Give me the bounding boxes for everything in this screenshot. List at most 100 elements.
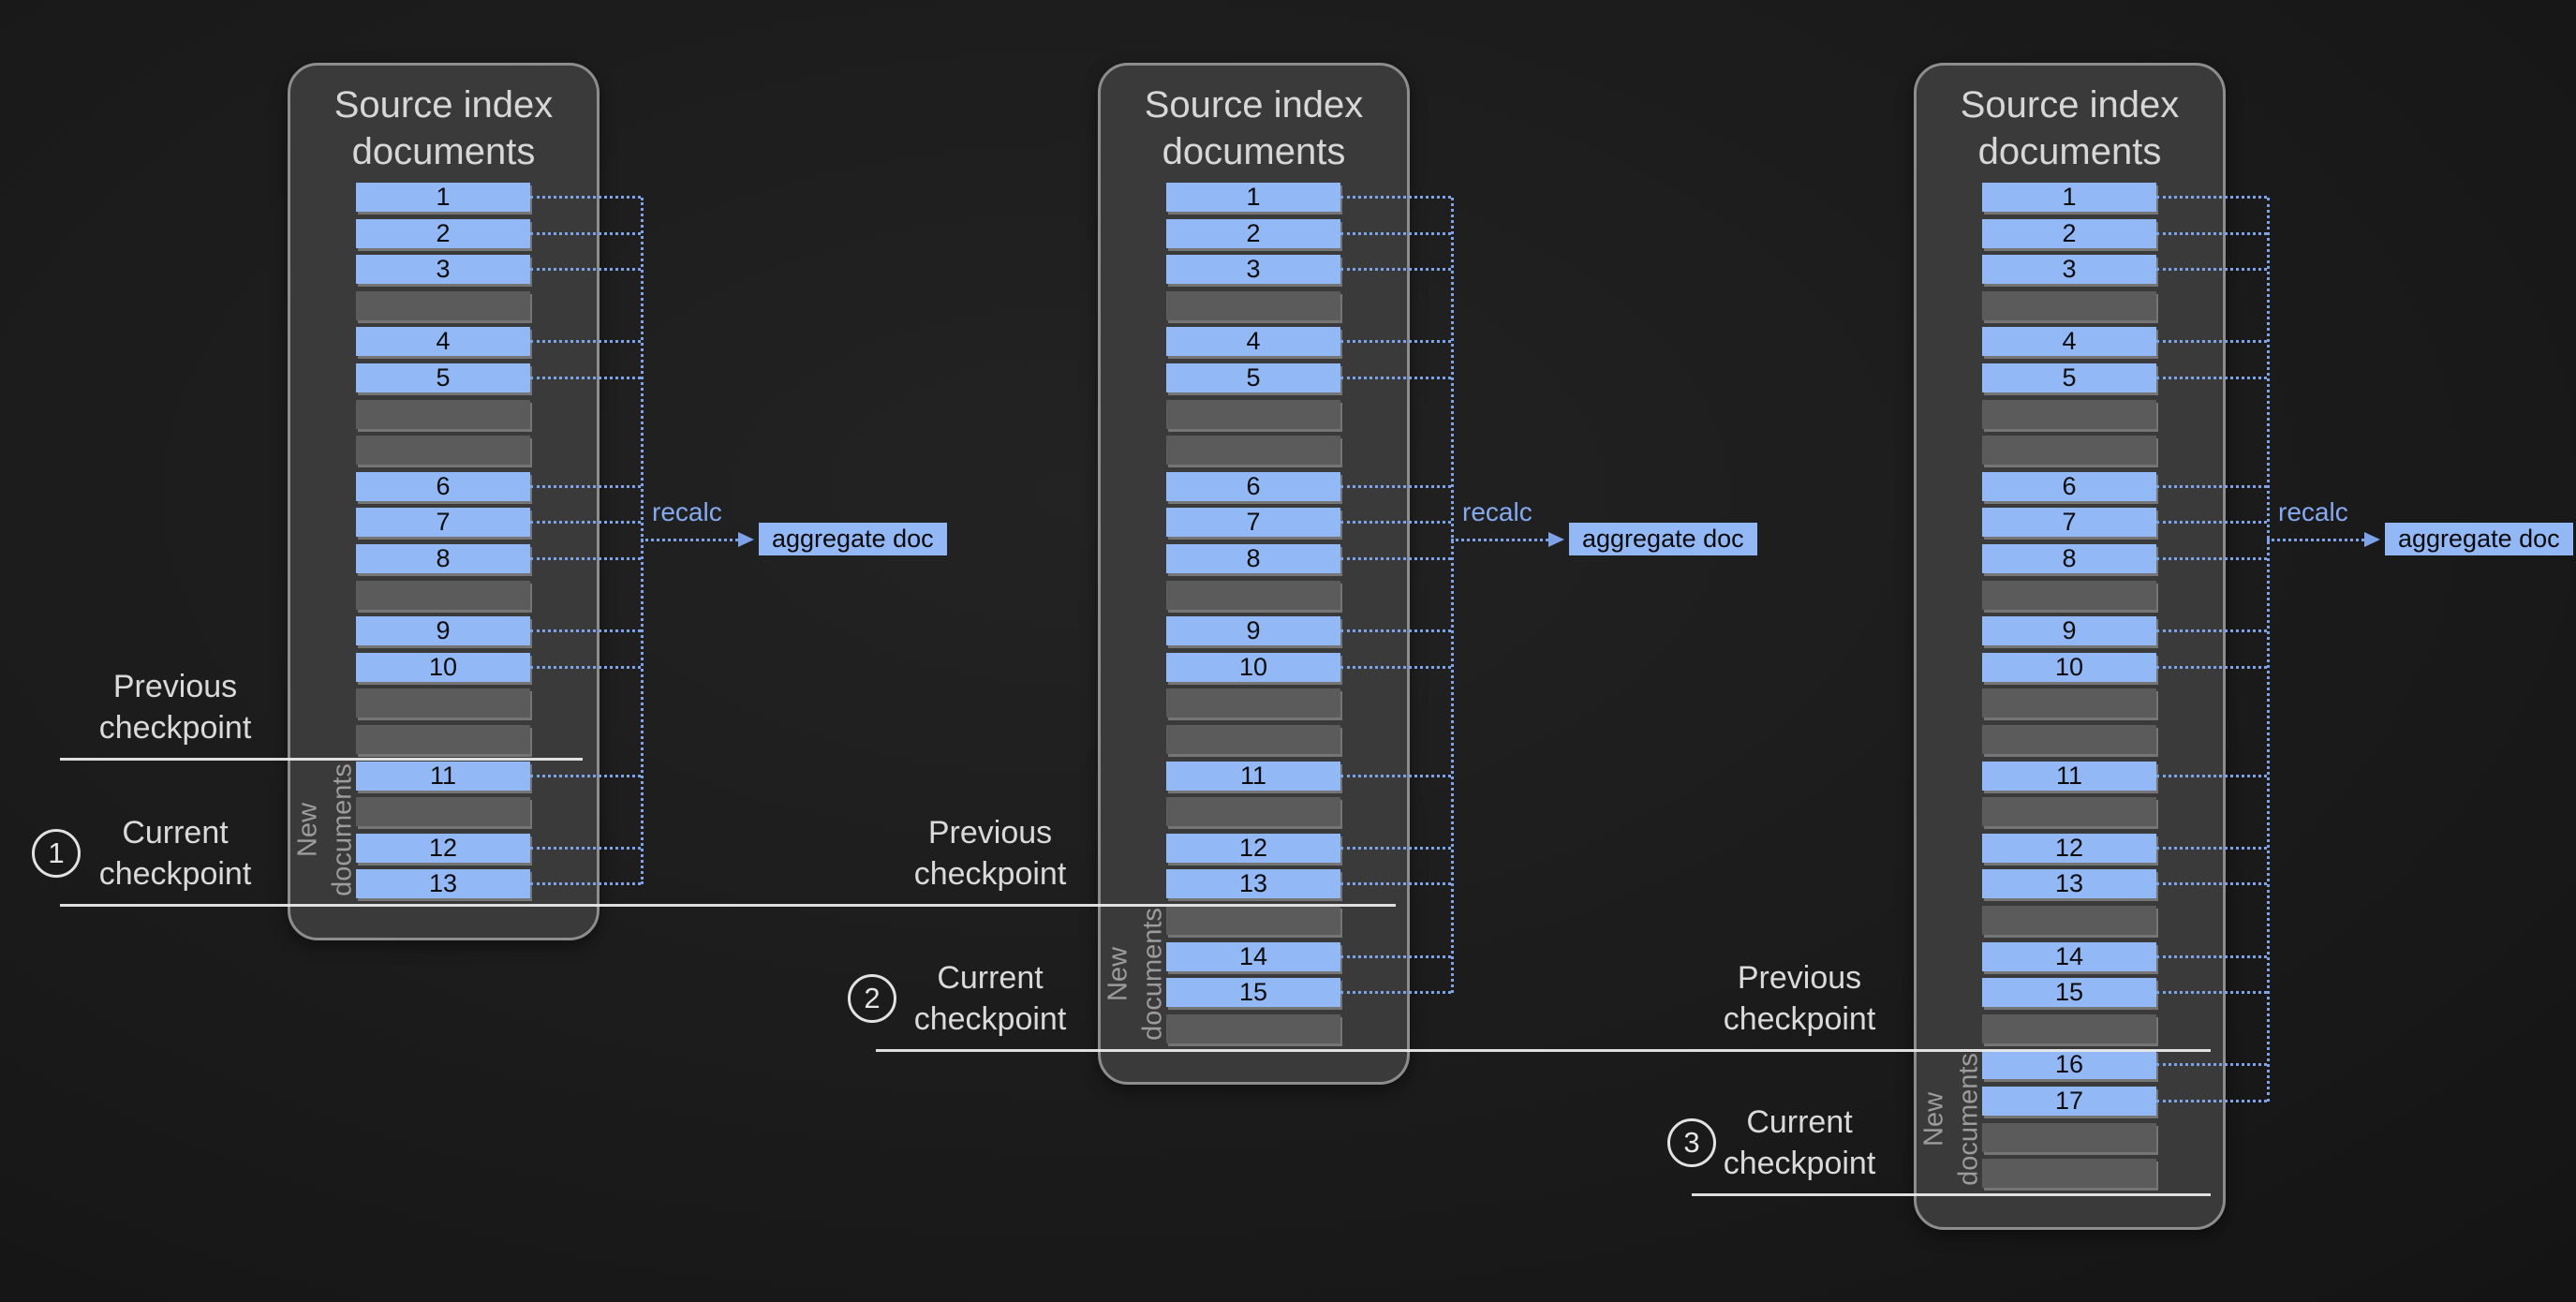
panel-title: Source index (288, 81, 600, 128)
document-number: 14 (1982, 942, 2156, 971)
recalc-arrowhead (1548, 532, 1564, 547)
connector-line (1340, 377, 1451, 379)
connector-line (2156, 1100, 2267, 1102)
connector-line (1340, 485, 1451, 488)
previous-checkpoint-label: Previouscheckpoint (44, 666, 306, 748)
connector-line (530, 666, 641, 669)
empty-slot-bar (1982, 291, 2156, 320)
connector-line (530, 629, 641, 632)
empty-slot-bar (1982, 436, 2156, 465)
empty-slot-bar (1166, 688, 1340, 718)
connector-line (1340, 666, 1451, 669)
document-number: 3 (1166, 255, 1340, 284)
empty-slot-bar (1982, 688, 2156, 718)
document-number: 5 (1166, 363, 1340, 392)
current-checkpoint-label: Currentcheckpoint (859, 957, 1121, 1040)
connector-line (2156, 557, 2267, 560)
checkpoint-line (876, 1049, 2211, 1052)
new-documents-label-line: documents (325, 762, 360, 899)
recalc-label: recalc (1462, 498, 1532, 526)
document-bar: 17 (1982, 1087, 2156, 1116)
document-number: 13 (1982, 869, 2156, 898)
empty-slot-bar (356, 725, 530, 754)
document-bar: 13 (356, 869, 530, 898)
connector-line (2156, 340, 2267, 343)
document-bar: 3 (356, 255, 530, 284)
checkpoint-label-line: Current (859, 957, 1121, 999)
empty-slot-bar (1166, 400, 1340, 429)
diagram-canvas: Source indexdocuments12345678910111213re… (0, 0, 2576, 1302)
document-bar: 15 (1166, 978, 1340, 1007)
new-documents-label-line: documents (1135, 906, 1170, 1043)
document-bar: 8 (1166, 544, 1340, 573)
document-number: 12 (1982, 834, 2156, 863)
document-number: 8 (356, 544, 530, 573)
connector-line (1340, 521, 1451, 524)
document-number: 1 (1166, 183, 1340, 212)
empty-slot-bar (1166, 436, 1340, 465)
connector-line (2156, 485, 2267, 488)
document-number: 1 (1982, 183, 2156, 212)
recalc-arrowhead (2364, 532, 2380, 547)
empty-slot-bar (1166, 906, 1340, 935)
recalc-arrow (2267, 539, 2364, 541)
document-bar: 12 (356, 834, 530, 863)
connector-line (530, 882, 641, 885)
document-bar: 2 (356, 219, 530, 248)
document-bar: 3 (1982, 255, 2156, 284)
document-bar: 5 (1982, 363, 2156, 392)
document-bar: 8 (356, 544, 530, 573)
document-number: 7 (356, 508, 530, 537)
document-number: 3 (356, 255, 530, 284)
document-number: 10 (356, 653, 530, 682)
panel-title: documents (1098, 128, 1410, 175)
document-bar: 7 (1982, 508, 2156, 537)
checkpoint-label-line: Previous (44, 666, 306, 707)
aggregate-doc-badge: aggregate doc (759, 523, 947, 555)
document-number: 16 (1982, 1050, 2156, 1079)
connector-line (1340, 268, 1451, 271)
empty-slot-bar (1166, 797, 1340, 826)
connector-line (530, 557, 641, 560)
document-number: 1 (356, 183, 530, 212)
connector-line (530, 377, 641, 379)
document-number: 6 (356, 472, 530, 501)
document-bar: 4 (1166, 327, 1340, 356)
document-bar: 4 (1982, 327, 2156, 356)
empty-slot-bar (356, 291, 530, 320)
checkpoint-label-line: checkpoint (859, 853, 1121, 895)
document-number: 12 (356, 834, 530, 863)
empty-slot-bar (356, 400, 530, 429)
document-bar: 8 (1982, 544, 2156, 573)
empty-slot-bar (1982, 797, 2156, 826)
document-number: 11 (1166, 762, 1340, 791)
connector-line (2156, 196, 2267, 199)
document-bar: 5 (356, 363, 530, 392)
document-number: 7 (1982, 508, 2156, 537)
connector-line (530, 196, 641, 199)
checkpoint-label-line: checkpoint (44, 707, 306, 748)
document-bar: 5 (1166, 363, 1340, 392)
collector-line (1451, 198, 1454, 993)
document-bar: 11 (1982, 762, 2156, 791)
document-bar: 12 (1166, 834, 1340, 863)
connector-line (2156, 666, 2267, 669)
empty-slot-bar (356, 797, 530, 826)
connector-line (1340, 340, 1451, 343)
empty-slot-bar (1982, 1123, 2156, 1152)
document-number: 11 (356, 762, 530, 791)
empty-slot-bar (356, 581, 530, 610)
connector-line (2156, 521, 2267, 524)
document-bar: 6 (1982, 472, 2156, 501)
empty-slot-bar (1982, 725, 2156, 754)
document-bar: 9 (1166, 616, 1340, 645)
checkpoint-label-line: checkpoint (44, 853, 306, 895)
empty-slot-bar (356, 436, 530, 465)
connector-line (530, 268, 641, 271)
document-number: 4 (356, 327, 530, 356)
empty-slot-bar (1982, 1014, 2156, 1043)
document-number: 9 (1166, 616, 1340, 645)
connector-line (1340, 775, 1451, 777)
document-bar: 16 (1982, 1050, 2156, 1079)
connector-line (2156, 882, 2267, 885)
